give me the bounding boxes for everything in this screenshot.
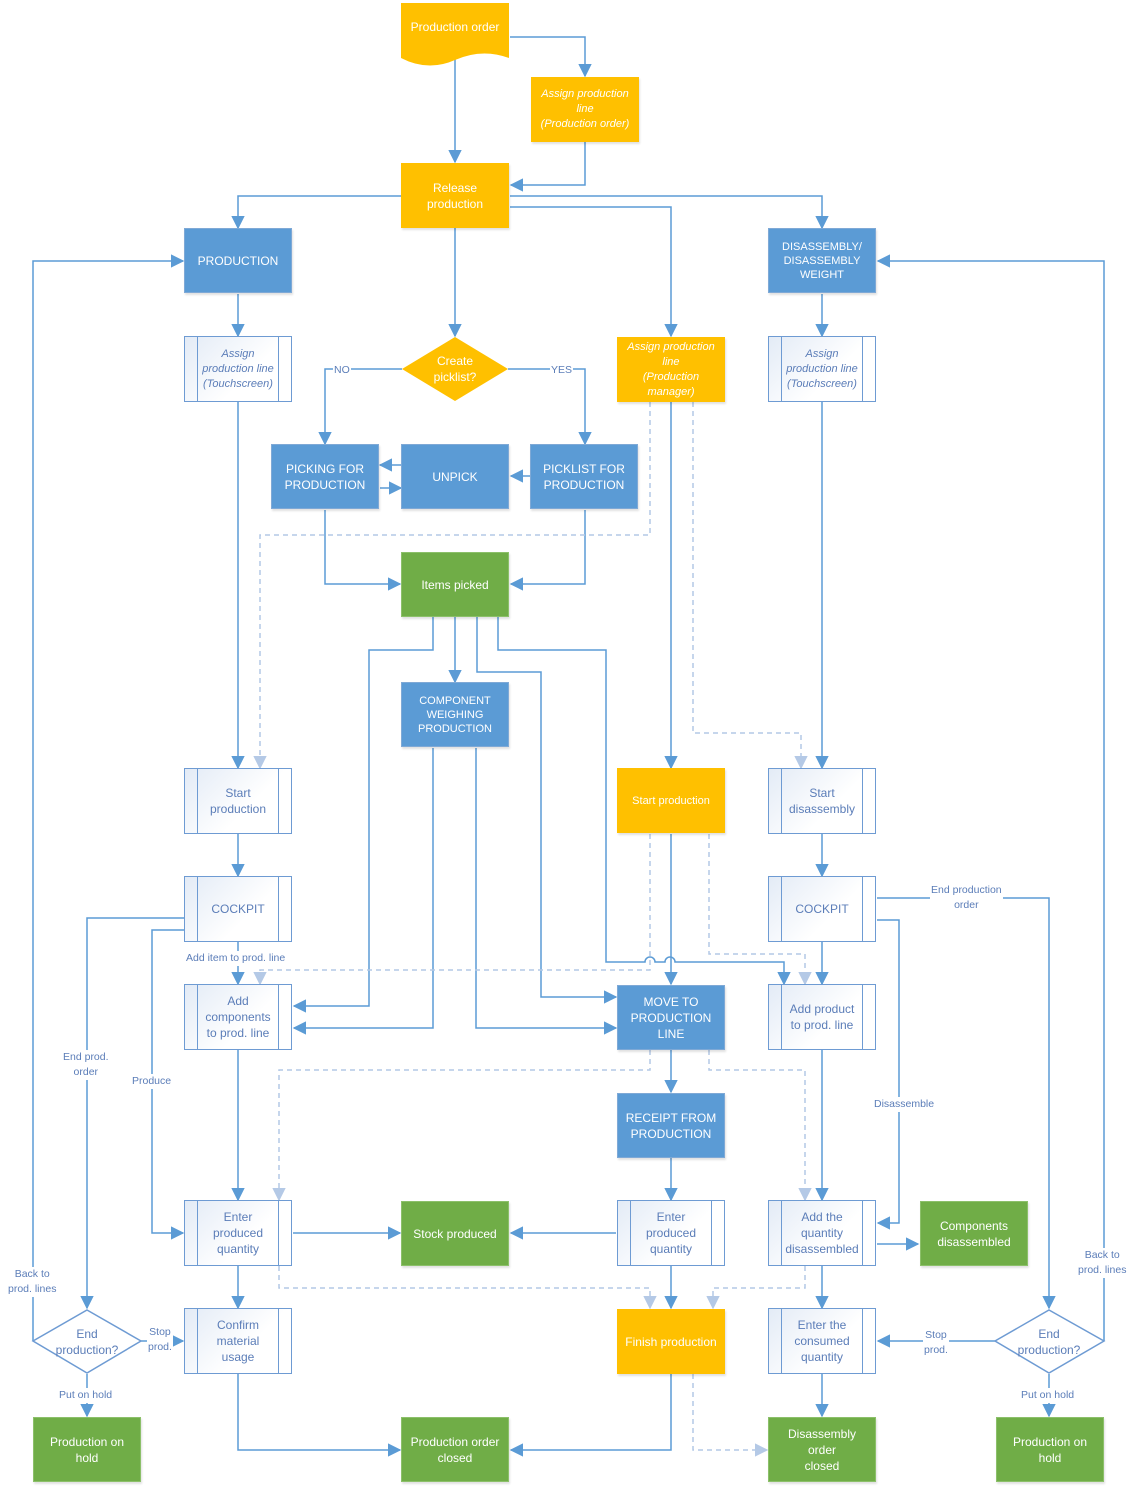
finish-production-node: Finish production	[617, 1309, 725, 1374]
assign-line-touchscreen-left-node: Assign production line (Touchscreen)	[184, 336, 292, 402]
edge-order-to-assign	[510, 36, 592, 78]
production-order-node: Production order	[410, 20, 500, 34]
confirm-material-usage-node: Confirm material usage	[184, 1308, 292, 1374]
add-product-node: Add product to prod. line	[768, 984, 876, 1050]
enter-produced-left-node: Enter produced quantity	[184, 1200, 292, 1266]
stock-produced-node: Stock produced	[401, 1201, 509, 1266]
edge-end-left-back	[32, 254, 185, 1341]
edge-label-yes: YES	[550, 363, 574, 378]
end-production-left-label: End production?	[55, 1327, 119, 1357]
assign-line-touchscreen-right-node: Assign production line (Touchscreen)	[768, 336, 876, 402]
edge-items-to-add-components	[292, 617, 434, 1013]
start-production-left-node: Start production	[184, 768, 292, 834]
production-module-node: PRODUCTION	[184, 228, 292, 293]
edge-label-end-production-order-right: End production order	[930, 883, 1003, 913]
edge-label-add-item: Add item to prod. line	[185, 951, 287, 966]
end-production-right-label: End production?	[1017, 1327, 1081, 1357]
edge-release-to-production	[231, 195, 401, 230]
picking-for-production-node: PICKING FOR PRODUCTION	[271, 444, 379, 509]
edge-items-to-move	[476, 617, 618, 1004]
create-picklist-label: Create picklist?	[433, 354, 477, 384]
dashed-start-to-add-components	[253, 834, 651, 986]
release-production-node: Release production	[401, 163, 509, 228]
edge-picklist-no	[318, 368, 402, 446]
edge-label-disassemble: Disassemble	[873, 1097, 936, 1112]
add-components-node: Add components to prod. line	[184, 984, 292, 1050]
edge-picking-to-items	[324, 510, 402, 591]
edge-label-put-on-hold-right: Put on hold	[1020, 1388, 1076, 1403]
dashed-enter-left-to-finish	[278, 1266, 657, 1310]
production-on-hold-left-node: Production on hold	[33, 1417, 141, 1482]
edge-picklist-yes	[508, 368, 592, 446]
edge-weighing-to-add-components	[292, 748, 434, 1035]
component-weighing-node: COMPONENT WEIGHING PRODUCTION	[401, 682, 509, 747]
edge-release-to-assign-manager	[510, 206, 678, 338]
edge-label-no: NO	[333, 363, 351, 378]
edge-label-end-prod-order-left: End prod. order	[62, 1050, 110, 1080]
edge-label-stop-right: Stop prod.	[923, 1328, 949, 1358]
unpick-node: UNPICK	[401, 444, 509, 509]
picklist-for-production-node: PICKLIST FOR PRODUCTION	[530, 444, 638, 509]
dashed-finish-to-dis-closed	[692, 1374, 769, 1457]
start-production-mid-node: Start production	[617, 768, 725, 833]
items-picked-node: Items picked	[401, 552, 509, 617]
edge-label-stop-left: Stop prod.	[147, 1325, 173, 1355]
edge-weighing-to-move	[475, 748, 618, 1035]
edge-picklist-to-items	[509, 510, 586, 591]
cockpit-right-node: COCKPIT	[768, 876, 876, 942]
edge-confirm-to-closed	[237, 1374, 402, 1457]
assign-line-production-order-node: Assign production line (Production order…	[531, 77, 639, 142]
move-to-production-line-node: MOVE TO PRODUCTION LINE	[617, 985, 725, 1050]
edge-end-right-back	[876, 254, 1105, 1341]
disassembly-module-node: DISASSEMBLY/ DISASSEMBLY WEIGHT	[768, 228, 876, 293]
dashed-add-qty-to-finish	[706, 1266, 806, 1310]
edge-cockpit-right-disassemble	[876, 919, 900, 1230]
start-disassembly-node: Start disassembly	[768, 768, 876, 834]
assign-line-manager-node: Assign production line (Production manag…	[617, 337, 725, 402]
edge-label-back-right: Back to prod. lines	[1077, 1248, 1128, 1278]
receipt-from-production-node: RECEIPT FROM PRODUCTION	[617, 1093, 725, 1158]
enter-consumed-quantity-node: Enter the consumed quantity	[768, 1308, 876, 1374]
enter-produced-mid-node: Enter produced quantity	[617, 1200, 725, 1266]
dashed-manager-to-start-dis	[692, 402, 808, 770]
add-quantity-disassembled-node: Add the quantity disassembled	[768, 1200, 876, 1266]
disassembly-order-closed-node: Disassembly order closed	[768, 1417, 876, 1482]
edge-label-back-left: Back to prod. lines	[7, 1267, 58, 1297]
dashed-move-to-enter-left	[272, 1050, 651, 1202]
edge-assign-to-release	[509, 142, 586, 192]
edge-cockpit-end-prod	[80, 917, 184, 1310]
edge-label-produce: Produce	[131, 1074, 173, 1089]
components-disassembled-node: Components disassembled	[920, 1201, 1028, 1266]
edge-label-put-on-hold-left: Put on hold	[58, 1388, 114, 1403]
cockpit-left-node: COCKPIT	[184, 876, 292, 942]
edge-finish-to-closed	[509, 1374, 672, 1457]
flowchart-connectors	[31, 3, 1106, 1457]
production-order-closed-node: Production order closed	[401, 1417, 509, 1482]
production-on-hold-right-node: Production on hold	[996, 1417, 1104, 1482]
edge-release-to-disassembly	[510, 195, 829, 230]
